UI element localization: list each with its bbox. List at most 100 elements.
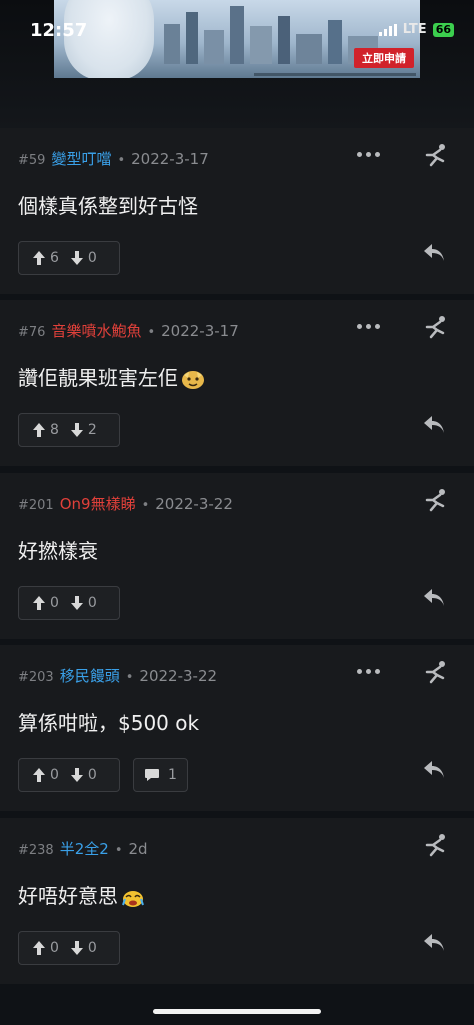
vote-box: 0 0 — [18, 931, 120, 965]
banner-ad[interactable]: 立即申請 — [54, 0, 420, 78]
network-label: LTE — [402, 22, 427, 37]
downvote-count: 2 — [87, 422, 97, 438]
post-header: #203 移民饅頭 • 2022-3-22 — [18, 665, 217, 686]
post-date: 2d — [128, 840, 148, 858]
vote-box: 0 0 — [18, 586, 120, 620]
post-content: 個樣真係整到好古怪 — [18, 194, 198, 218]
top-bar: 立即申請 12:57 LTE 66 — [0, 0, 474, 128]
post-content: 好唔好意思 — [18, 880, 146, 909]
arrow-down-icon — [70, 251, 83, 265]
upvote-button[interactable]: 0 — [33, 595, 59, 611]
home-indicator[interactable] — [153, 1009, 321, 1014]
reply-icon[interactable] — [422, 242, 446, 264]
post-text: 好唔好意思 — [18, 884, 118, 908]
post-date: 2022-3-22 — [139, 667, 218, 685]
separator-dot: • — [117, 153, 126, 168]
post-username[interactable]: 移民饅頭 — [60, 665, 120, 686]
arrow-up-icon — [33, 596, 45, 610]
downvote-count: 0 — [87, 595, 97, 611]
crying-sticker-icon — [122, 890, 144, 907]
slip-icon[interactable] — [422, 832, 448, 858]
downvote-count: 0 — [87, 767, 97, 783]
bottom-bar — [0, 985, 474, 1025]
post: #238 半2全2 • 2d 好唔好意思 0 0 — [0, 818, 474, 984]
slip-icon[interactable] — [422, 314, 448, 340]
reply-icon[interactable] — [422, 932, 446, 954]
upvote-button[interactable]: 0 — [33, 940, 59, 956]
reply-icon[interactable] — [422, 587, 446, 609]
upvote-count: 0 — [50, 767, 59, 783]
post-content: 好撚樣衰 — [18, 539, 98, 563]
post-username[interactable]: 變型叮噹 — [51, 148, 111, 169]
separator-dot: • — [125, 670, 134, 685]
arrow-down-icon — [70, 941, 83, 955]
vote-box: 6 0 — [18, 241, 120, 275]
status-indicators: LTE 66 — [378, 22, 454, 37]
post: #76 音樂噴水鮑魚 • 2022-3-17 讚佢靚果班害左佢 8 2 — [0, 300, 474, 466]
post-username[interactable]: 半2全2 — [60, 838, 109, 859]
arrow-down-icon — [70, 423, 83, 437]
upvote-button[interactable]: 6 — [33, 250, 59, 266]
sticker-icon — [182, 370, 204, 389]
vote-box: 8 2 — [18, 413, 120, 447]
post-number[interactable]: #201 — [18, 498, 54, 513]
upvote-count: 0 — [50, 940, 59, 956]
post-username[interactable]: On9無樣睇 — [60, 493, 136, 514]
replies-button[interactable]: 1 — [133, 758, 188, 792]
post-number[interactable]: #238 — [18, 843, 54, 858]
arrow-up-icon — [33, 941, 45, 955]
upvote-button[interactable]: 0 — [33, 767, 59, 783]
upvote-button[interactable]: 8 — [33, 422, 59, 438]
battery-icon: 66 — [432, 22, 454, 37]
upvote-count: 6 — [50, 250, 59, 266]
separator-dot: • — [114, 843, 123, 858]
arrow-down-icon — [70, 768, 83, 782]
post-content: 讚佢靚果班害左佢 — [18, 362, 206, 391]
post-content: 算係咁啦，$500 ok — [18, 711, 200, 735]
downvote-button[interactable]: 0 — [70, 595, 97, 611]
upvote-count: 8 — [50, 422, 59, 438]
post-number[interactable]: #203 — [18, 670, 54, 685]
post-date: 2022-3-17 — [161, 322, 239, 340]
slip-icon[interactable] — [422, 487, 448, 513]
post-header: #238 半2全2 • 2d — [18, 838, 148, 859]
slip-icon[interactable] — [422, 142, 448, 168]
downvote-count: 0 — [87, 250, 97, 266]
post-header: #59 變型叮噹 • 2022-3-17 — [18, 148, 209, 169]
separator-dot: • — [141, 498, 150, 513]
post: #59 變型叮噹 • 2022-3-17 個樣真係整到好古怪 6 0 — [0, 128, 474, 294]
post-number[interactable]: #76 — [18, 325, 45, 340]
post: #201 On9無樣睇 • 2022-3-22 好撚樣衰 0 0 — [0, 473, 474, 639]
post-header: #201 On9無樣睇 • 2022-3-22 — [18, 493, 233, 514]
downvote-button[interactable]: 0 — [70, 767, 97, 783]
post-number[interactable]: #59 — [18, 153, 45, 168]
reply-icon[interactable] — [422, 759, 446, 781]
post-username[interactable]: 音樂噴水鮑魚 — [51, 320, 141, 341]
arrow-up-icon — [33, 423, 45, 437]
slip-icon[interactable] — [422, 659, 448, 685]
more-options-icon[interactable] — [357, 669, 380, 674]
downvote-count: 0 — [87, 940, 97, 956]
post-header: #76 音樂噴水鮑魚 • 2022-3-17 — [18, 320, 239, 341]
post: #203 移民饅頭 • 2022-3-22 算係咁啦，$500 ok 0 0 1 — [0, 645, 474, 811]
arrow-up-icon — [33, 251, 45, 265]
reply-icon[interactable] — [422, 414, 446, 436]
more-options-icon[interactable] — [357, 152, 380, 157]
post-text: 讚佢靚果班害左佢 — [18, 366, 178, 390]
ad-apply-button[interactable]: 立即申請 — [354, 48, 414, 68]
status-time: 12:57 — [30, 20, 88, 41]
separator-dot: • — [147, 325, 156, 340]
post-date: 2022-3-22 — [155, 495, 233, 513]
arrow-down-icon — [70, 596, 83, 610]
downvote-button[interactable]: 2 — [70, 422, 97, 438]
post-date: 2022-3-17 — [131, 150, 209, 168]
downvote-button[interactable]: 0 — [70, 940, 97, 956]
arrow-up-icon — [33, 768, 45, 782]
reply-count: 1 — [168, 767, 177, 783]
upvote-count: 0 — [50, 595, 59, 611]
ad-fine-print — [254, 73, 416, 76]
more-options-icon[interactable] — [357, 324, 380, 329]
signal-icon — [378, 23, 397, 36]
downvote-button[interactable]: 0 — [70, 250, 97, 266]
vote-box: 0 0 — [18, 758, 120, 792]
